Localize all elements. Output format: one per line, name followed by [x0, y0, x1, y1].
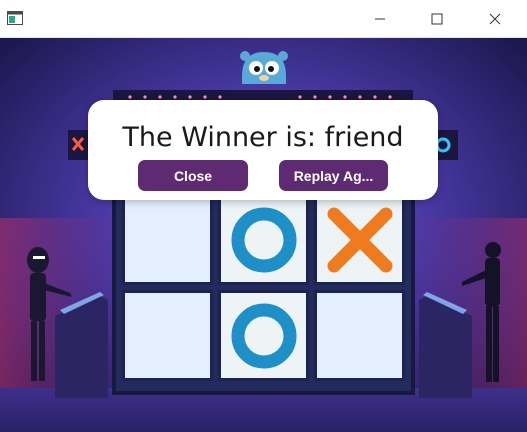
board-cell[interactable] — [314, 290, 405, 381]
close-window-button[interactable] — [472, 0, 518, 38]
game-board — [122, 194, 405, 384]
board-cell[interactable] — [122, 290, 213, 381]
replay-again-button[interactable]: Replay Ag... — [279, 160, 388, 191]
app-icon — [7, 11, 23, 25]
board-cell[interactable] — [314, 194, 405, 285]
minimize-button[interactable] — [357, 0, 403, 38]
close-icon — [489, 13, 501, 25]
board-cell[interactable] — [122, 194, 213, 285]
game-scene: The Winner is: friend Close Replay Ag... — [0, 38, 527, 432]
o-mark-icon — [231, 303, 296, 368]
gopher-mascot — [240, 51, 288, 84]
winner-message: The Winner is: friend — [122, 122, 404, 153]
maximize-icon — [431, 13, 443, 25]
close-button[interactable]: Close — [138, 160, 248, 191]
winner-dialog: The Winner is: friend Close Replay Ag... — [88, 100, 438, 200]
title-bar — [0, 0, 527, 38]
x-mark-icon — [327, 207, 392, 272]
minimize-icon — [375, 18, 385, 20]
o-mark-icon — [231, 207, 296, 272]
board-cell[interactable] — [218, 194, 309, 285]
board-cell[interactable] — [218, 290, 309, 381]
maximize-button[interactable] — [414, 0, 460, 38]
